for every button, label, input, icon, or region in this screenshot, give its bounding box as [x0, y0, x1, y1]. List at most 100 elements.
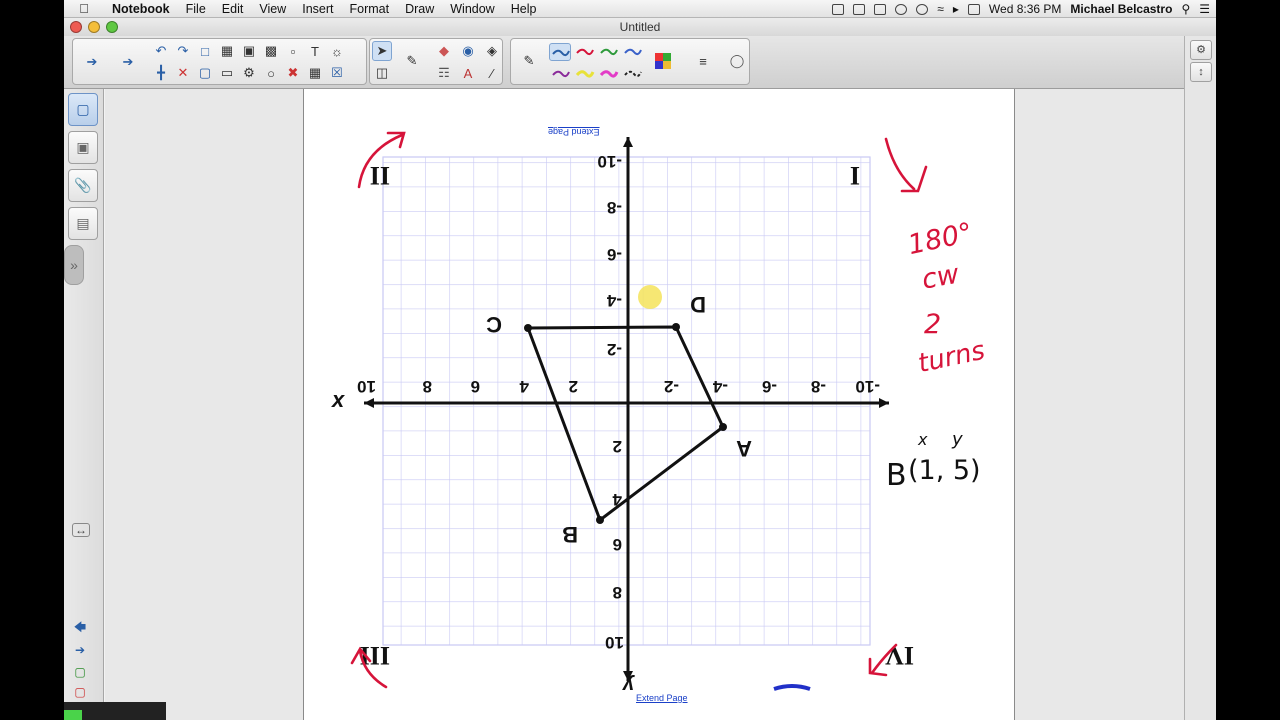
quadrant-label-1: I: [850, 161, 860, 190]
zoom-window-icon[interactable]: [106, 21, 118, 33]
vertex-c-point[interactable]: [524, 324, 532, 332]
x-tick-label: -6: [762, 377, 777, 396]
open-folder-icon[interactable]: □: [195, 41, 215, 61]
sync-icon[interactable]: [916, 3, 929, 15]
pen-tool-icon[interactable]: ✎: [402, 51, 422, 71]
delete-page-icon[interactable]: ✕: [173, 63, 193, 83]
creative-pen-icon[interactable]: ☶: [434, 63, 454, 83]
notebook-page[interactable]: x y 10 8 6 4 2 -2 -4 -6 -8 -10 -10 -8 -6…: [303, 89, 1015, 720]
menu-view[interactable]: View: [251, 2, 294, 16]
vertex-d-point[interactable]: [672, 323, 680, 331]
properties-tab-icon[interactable]: ▤: [68, 207, 98, 240]
wifi-icon[interactable]: ≈: [937, 2, 944, 16]
attachments-tab-icon[interactable]: 📎: [68, 169, 98, 202]
y-tick-label: 8: [613, 583, 622, 602]
clock[interactable]: Wed 8:36 PM: [989, 2, 1061, 16]
toolbar-resize-icon[interactable]: ↕: [1190, 62, 1212, 82]
time-machine-icon[interactable]: [895, 3, 908, 15]
toolbar: ➔ ➔ ↶ ↷ □ ▦ ▣ ▩ ▫ T ☼ ╋ ✕ ▢ ▭ ⚙ ○ ✖ ▦ ☒ …: [64, 36, 1216, 89]
menu-help[interactable]: Help: [503, 2, 545, 16]
table-icon[interactable]: ▦: [305, 63, 325, 83]
quadrant-label-4: IV: [885, 641, 914, 670]
back-arrow-icon[interactable]: ➔: [81, 52, 103, 72]
y-tick-label: 2: [613, 437, 622, 456]
tools-icon[interactable]: ⚙: [239, 63, 259, 83]
fullscreen-icon[interactable]: ☒: [327, 63, 347, 83]
pen-swatch-blue-selected[interactable]: [549, 43, 571, 61]
previous-page-icon[interactable]: 🡄: [72, 620, 88, 635]
menu-file[interactable]: File: [178, 2, 214, 16]
pen-swatch-magenta[interactable]: [599, 66, 619, 80]
status-icon-1[interactable]: [832, 3, 845, 15]
point-coordinates-text: (1, 5): [908, 455, 981, 486]
x-tick-label: -4: [712, 377, 728, 396]
menu-app[interactable]: Notebook: [104, 2, 178, 16]
shapes-icon[interactable]: ◆: [434, 41, 454, 61]
screen-shade-icon[interactable]: ▣: [239, 41, 259, 61]
status-icon-2[interactable]: [853, 3, 866, 15]
forward-arrow-icon[interactable]: ➔: [117, 52, 139, 72]
expand-sidebar-icon[interactable]: »: [64, 245, 84, 285]
pen-swatch-dashed[interactable]: [623, 66, 643, 80]
pen-swatch-purple[interactable]: [551, 66, 571, 80]
save-icon[interactable]: ▢: [195, 63, 215, 83]
add-page-icon[interactable]: ╋: [151, 63, 171, 83]
add-page-small-icon[interactable]: ▢: [72, 665, 88, 679]
quadrant-label-2: II: [370, 161, 390, 190]
redo-icon[interactable]: ↷: [173, 41, 193, 61]
fill-icon[interactable]: ◉: [458, 41, 478, 61]
text-tool-icon[interactable]: T: [305, 41, 325, 61]
page-sorter-tab-icon[interactable]: ▢: [68, 93, 98, 126]
minimize-window-icon[interactable]: [88, 21, 100, 33]
undo-icon[interactable]: ↶: [151, 41, 171, 61]
next-page-icon[interactable]: ➔: [72, 643, 88, 657]
paste-icon[interactable]: ▦: [217, 41, 237, 61]
select-pointer-icon[interactable]: ➤: [372, 41, 392, 61]
capture-icon[interactable]: ▩: [261, 41, 281, 61]
pen-swatch-yellow[interactable]: [575, 66, 595, 80]
gallery-tab-icon[interactable]: ▣: [68, 131, 98, 164]
color-palette-icon[interactable]: [653, 51, 673, 71]
y-tick-label: -8: [607, 198, 622, 217]
volume-icon[interactable]: ▸: [953, 2, 959, 16]
move-sidebar-icon[interactable]: ↔: [72, 523, 90, 537]
delete-page-small-icon[interactable]: ▢: [72, 685, 88, 699]
menu-draw[interactable]: Draw: [397, 2, 442, 16]
page-drawing: x y 10 8 6 4 2 -2 -4 -6 -8 -10 -10 -8 -6…: [331, 131, 988, 696]
point-label-text: B: [886, 458, 907, 493]
settings-gear-icon[interactable]: ⚙: [1190, 40, 1212, 60]
close-window-icon[interactable]: [70, 21, 82, 33]
vertex-b-point[interactable]: [596, 516, 604, 524]
extend-page-link-top[interactable]: Extend Page: [548, 127, 600, 137]
clear-icon[interactable]: ✖: [283, 63, 303, 83]
spotlight-icon[interactable]: ⚲: [1181, 2, 1190, 16]
pen-swatch-red[interactable]: [575, 44, 595, 58]
pen-swatch-blue[interactable]: [623, 44, 643, 58]
menu-format[interactable]: Format: [341, 2, 397, 16]
menu-insert[interactable]: Insert: [294, 2, 341, 16]
user-name[interactable]: Michael Belcastro: [1070, 2, 1172, 16]
menu-edit[interactable]: Edit: [214, 2, 252, 16]
pen-swatch-green[interactable]: [599, 44, 619, 58]
extend-page-link-bottom[interactable]: Extend Page: [636, 693, 688, 703]
vertex-a-point[interactable]: [719, 423, 727, 431]
status-icon-3[interactable]: [874, 3, 887, 15]
battery-icon[interactable]: [967, 3, 980, 15]
display-icon[interactable]: ▭: [217, 63, 237, 83]
line-tool-icon[interactable]: ∕: [482, 63, 502, 83]
y-axis-arrow-top: [623, 137, 633, 147]
transparency-icon[interactable]: ◯: [727, 51, 747, 71]
line-width-icon[interactable]: ≡: [693, 51, 713, 71]
menu-window[interactable]: Window: [442, 2, 502, 16]
web-icon[interactable]: ☼: [327, 41, 347, 61]
copy-icon[interactable]: ▫: [283, 41, 303, 61]
magic-pen-icon[interactable]: ◈: [482, 41, 502, 61]
sidebar: ▢ ▣ 📎 ▤ » ↔ 🡄 ➔ ▢ ▢: [64, 89, 104, 720]
x-tick-label: 2: [569, 377, 578, 396]
apple-menu-icon[interactable]: : [64, 1, 104, 16]
font-color-icon[interactable]: A: [458, 63, 478, 83]
pen-style-icon[interactable]: ✎: [519, 51, 539, 71]
eraser-icon[interactable]: ◫: [372, 63, 392, 83]
record-icon[interactable]: ○: [261, 63, 281, 83]
notification-icon[interactable]: ☰: [1199, 2, 1210, 16]
